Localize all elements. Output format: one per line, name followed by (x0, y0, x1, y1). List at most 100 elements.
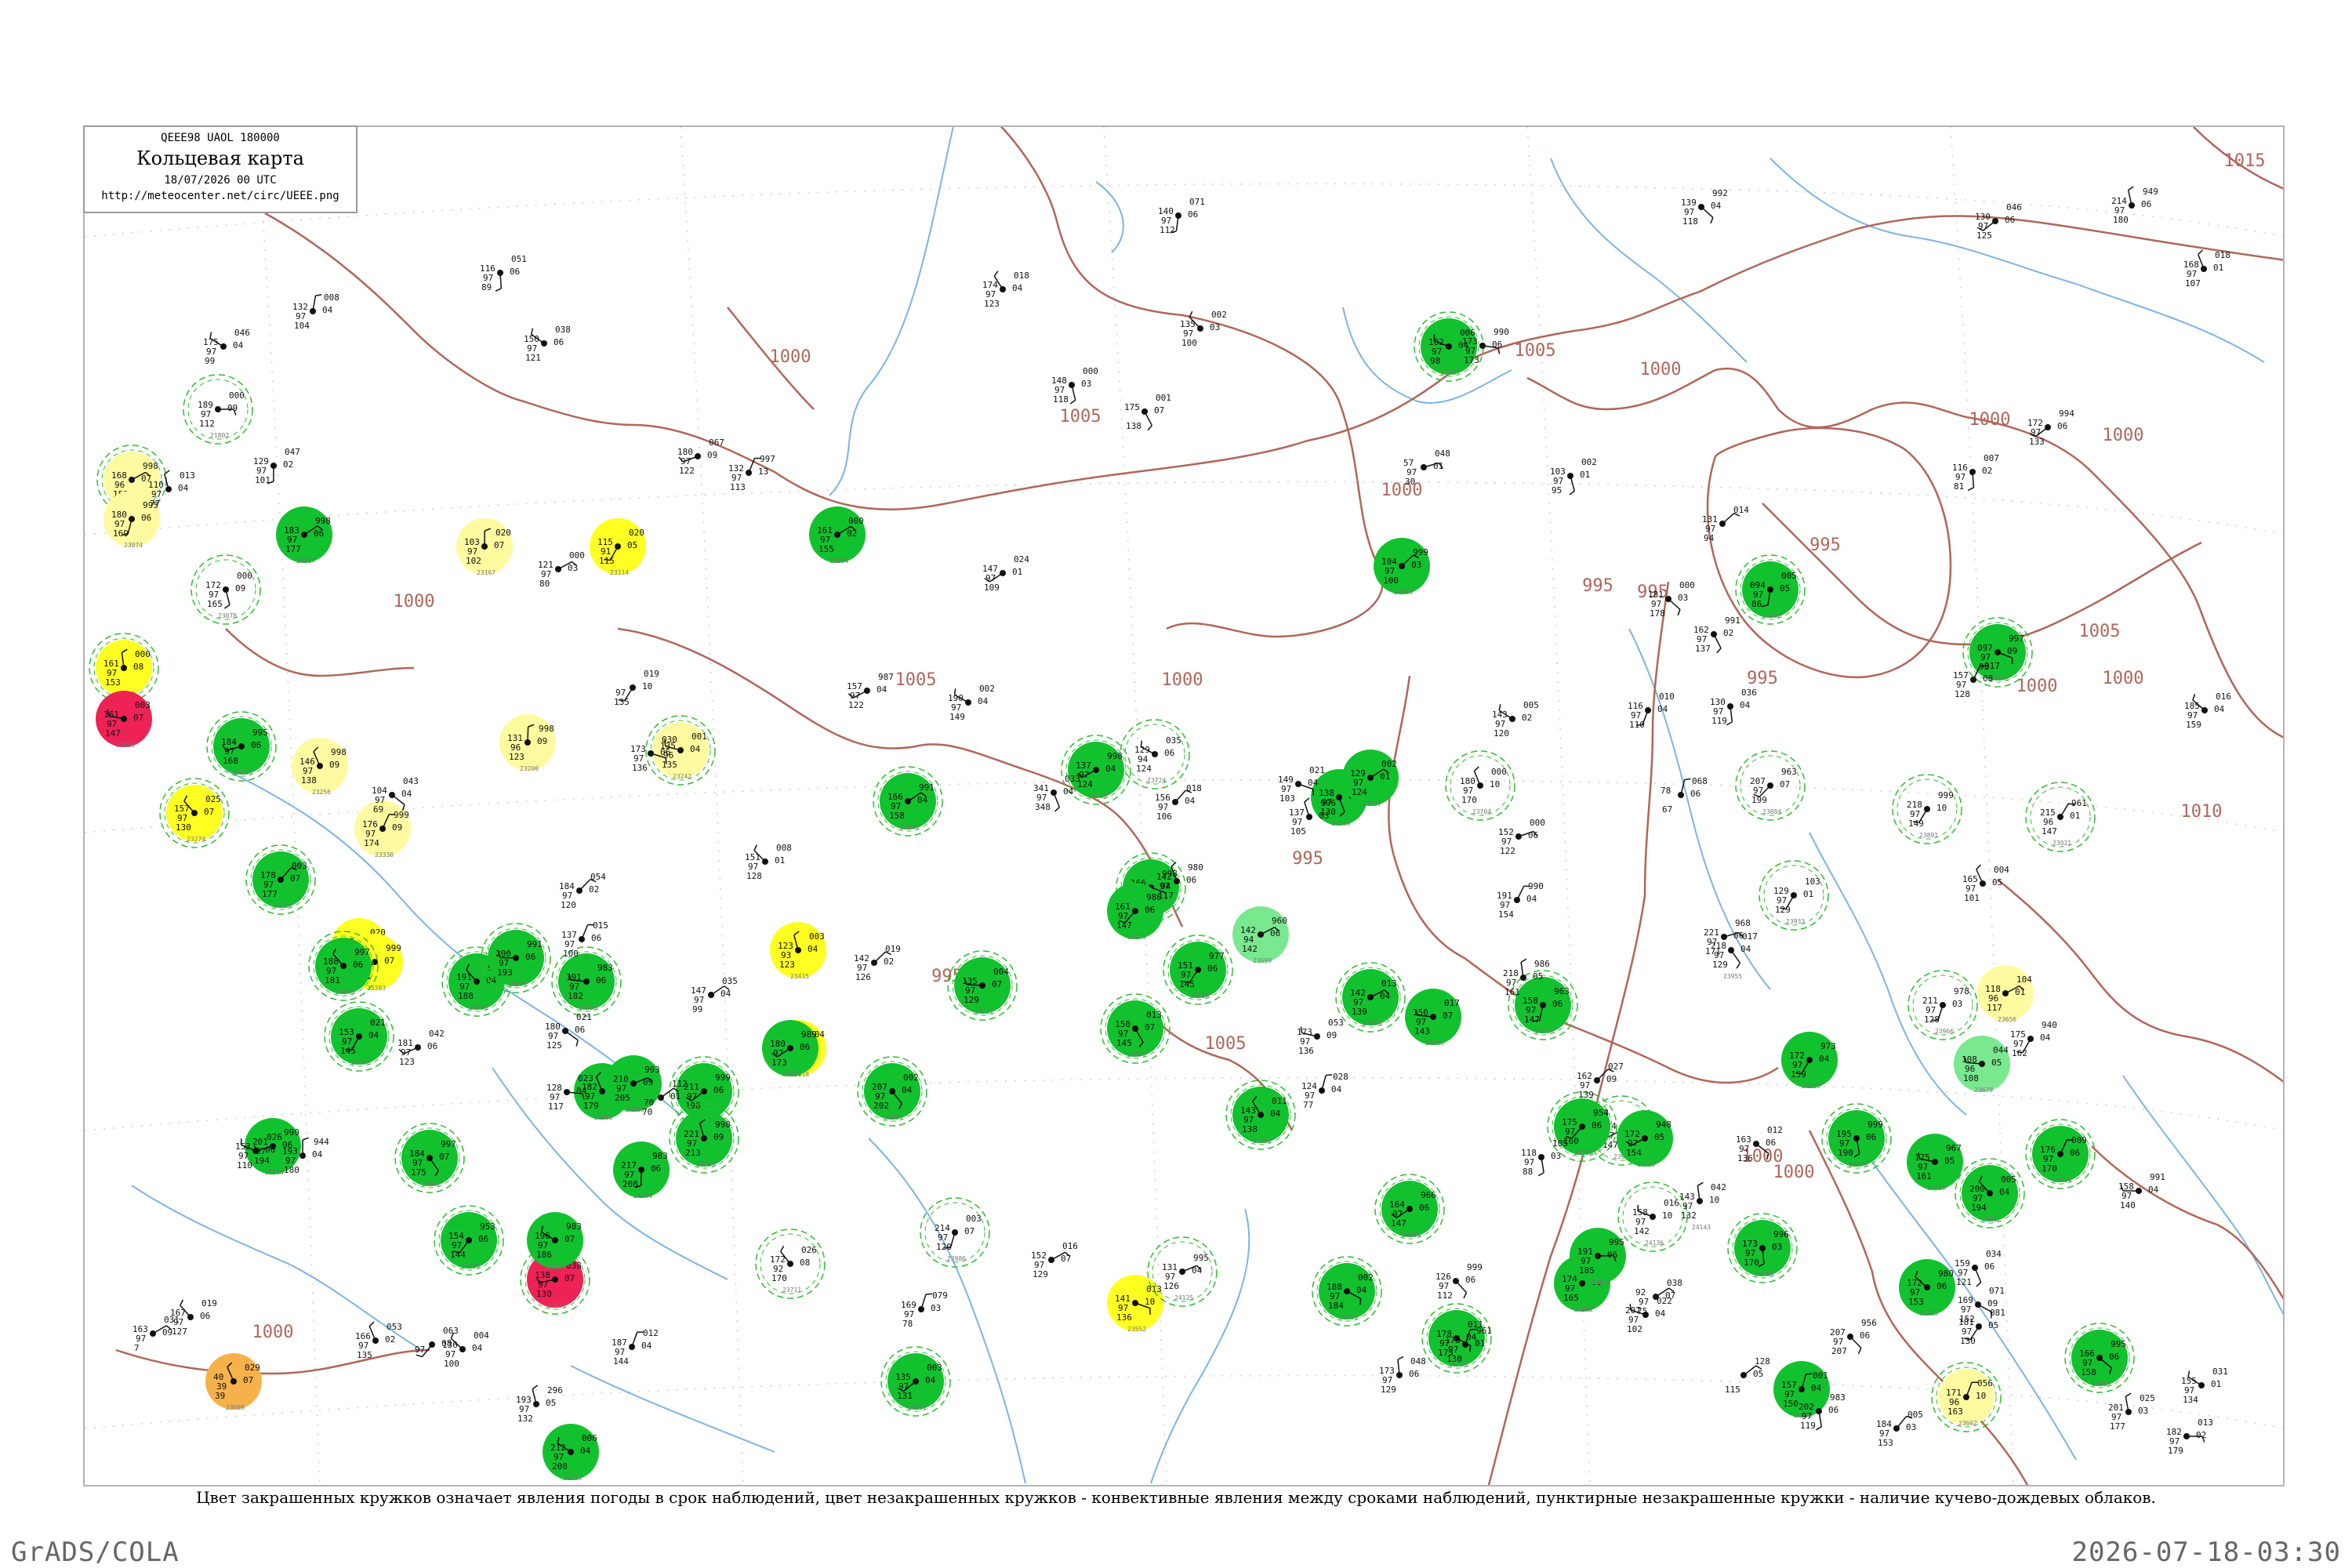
station-marker[interactable]: 0051849703153 (1876, 1410, 1923, 1448)
station-marker[interactable]: 0081519701128 (745, 843, 792, 881)
station-marker[interactable]: 0181749704123 (982, 270, 1029, 309)
station-marker[interactable]: 013142970413924656 (1335, 962, 1406, 1033)
station-marker[interactable]: 042143971013224143 (1679, 1181, 1726, 1231)
station-marker[interactable]: 9901919704154 (1497, 881, 1544, 920)
station-marker[interactable]: 000121970380 (538, 550, 585, 589)
station-marker[interactable]: 026172920817023711 (755, 1229, 826, 1299)
station-marker[interactable]: 103129970112923933 (1759, 860, 1829, 931)
station-marker[interactable]: 0199710135 (614, 669, 659, 707)
station-marker[interactable]: 0001529706122 (1498, 818, 1545, 856)
station-marker[interactable]: 000189970911221802 (183, 374, 253, 445)
station-marker[interactable]: 0333419704348 (1033, 774, 1080, 812)
station-marker[interactable]: 0191679706127 (170, 1298, 217, 1337)
station-marker[interactable]: 0271629709139 (1577, 1062, 1624, 1100)
station-marker[interactable]: 0311559701134 (2181, 1367, 2228, 1405)
station-marker[interactable]: 009176970617025014 (2025, 1119, 2096, 1189)
station-marker[interactable]: 0181569704106 (1155, 783, 1202, 822)
station-marker[interactable]: 980172970615324763 (1899, 1259, 1955, 1317)
station-marker[interactable]: 999195970619025075 (1821, 1103, 1892, 1174)
station-marker[interactable]: 998221970921324933 (669, 1103, 739, 1174)
station-marker[interactable]: 0361309704119 (1710, 688, 1757, 726)
station-marker[interactable]: 998146970913823256 (292, 738, 348, 796)
station-marker[interactable]: 0051439702120 (1492, 700, 1539, 739)
station-marker[interactable]: 0671809709122 (677, 437, 724, 476)
station-marker[interactable]: 0191429702126 (854, 944, 901, 982)
station-marker[interactable]: 0252019703177 (2108, 1392, 2155, 1432)
station-marker[interactable]: 9562079706207 (1830, 1318, 1877, 1356)
station-marker[interactable]: 0341599706121 (1955, 1249, 2002, 1287)
station-marker[interactable]: 0151379706100 (561, 920, 608, 959)
station-marker[interactable]: 960142940614223699 (1232, 906, 1289, 964)
station-marker[interactable]: 000180971017023704 (1445, 750, 1515, 821)
station-marker[interactable]: 035129940612423724 (1120, 719, 1190, 789)
station-marker[interactable]: 0161859704159 (2184, 691, 2231, 730)
map-url[interactable]: http://meteocenter.net/circ/UEEE.png (85, 190, 356, 202)
station-marker[interactable]: 002207970420225097 (857, 1056, 927, 1127)
station-marker[interactable]: 002103970195 (1550, 457, 1597, 495)
station-marker[interactable]: 0294039073923589 (205, 1353, 262, 1411)
station-marker[interactable]: 028124970477 (1301, 1072, 1348, 1110)
station-marker[interactable]: 021153970414524966 (324, 1001, 394, 1072)
station-marker[interactable]: 020103970710223167 (456, 518, 513, 576)
station-marker[interactable]: 9921399704118 (1681, 188, 1728, 227)
station-marker[interactable]: 006212970420825113 (543, 1424, 599, 1482)
station-marker[interactable]: 953154970614424959 (434, 1205, 504, 1276)
station-marker[interactable]: 9401759704162 (2010, 1020, 2057, 1058)
synoptic-map[interactable]: 10001000100010051005100010001005 1000995 9… (85, 127, 2285, 1486)
station-marker[interactable]: 9492149706180 (2111, 186, 2158, 225)
station-marker[interactable]: 000172970916523078 (191, 554, 261, 625)
station-marker[interactable]: 0041369704100 (442, 1330, 489, 1369)
station-marker[interactable]: 013150970714524671 (1100, 993, 1171, 1064)
station-marker[interactable]: 003161970714723095 (96, 691, 152, 749)
station-marker[interactable]: 983217970620824944 (613, 1142, 670, 1200)
station-marker[interactable]: 0081329704104 (292, 292, 339, 331)
station-marker[interactable]: 977151970614524588 (1163, 935, 1233, 1005)
station-marker[interactable]: 997184970717525042 (394, 1123, 465, 1193)
station-marker[interactable]: 0131829702179 (2166, 1417, 2213, 1456)
station-marker[interactable]: 0381509706121 (524, 325, 571, 363)
station-marker[interactable]: 04857970130 (1403, 448, 1450, 487)
station-marker[interactable]: 995166970615824993 (2064, 1323, 2135, 1393)
station-marker[interactable]: 000161970215523804 (809, 506, 866, 564)
station-marker[interactable]: 051116970689 (480, 254, 527, 292)
station-marker[interactable]: 0461309706125 (1975, 202, 2022, 241)
station-marker[interactable]: 963207970719923884 (1735, 750, 1806, 821)
station-marker[interactable]: 003214970712023986 (920, 1197, 990, 1268)
station-marker[interactable]: 003123930412323415 (770, 922, 826, 980)
station-marker[interactable]: 001135960413523242 (645, 715, 716, 786)
station-marker[interactable]: 0541849702120 (559, 872, 606, 910)
station-marker[interactable]: 003178970717724836 (245, 844, 316, 915)
station-marker[interactable]: 9991269706112 (1436, 1262, 1483, 1301)
station-marker[interactable]: 0021909704149 (948, 684, 995, 722)
station-marker[interactable]: 007116970281 (1952, 453, 1999, 492)
station-marker[interactable]: 004135970712924511 (947, 950, 1018, 1021)
station-marker[interactable]: 0481739706129 (1379, 1356, 1426, 1395)
station-marker[interactable]: 0041659705101 (1962, 864, 2009, 903)
station-marker[interactable]: 035147970499 (691, 976, 738, 1014)
station-marker[interactable]: 0241479701109 (982, 554, 1029, 593)
station-marker[interactable]: 079169970378 (901, 1290, 948, 1329)
station-marker[interactable]: 046175970499 (203, 328, 250, 366)
station-marker[interactable]: 978211970312823966 (1907, 970, 1978, 1040)
station-marker[interactable]: 0121879704144 (612, 1328, 659, 1367)
station-marker[interactable]: 0001489703118 (1051, 366, 1098, 405)
station-marker[interactable]: 967175970516124738 (1907, 1134, 1963, 1192)
station-marker[interactable]: 986161970614724575 (1107, 883, 1163, 941)
station-marker[interactable]: 0711409706112 (1158, 197, 1205, 235)
station-marker[interactable]: 998183970617724817 (276, 506, 332, 564)
station-marker[interactable]: 00509497058624382 (1735, 554, 1806, 625)
station-marker[interactable]: 017150970714324665 (1405, 989, 1461, 1047)
station-marker[interactable]: 025157970713023274 (159, 778, 230, 848)
station-marker[interactable]: 020115910511523114 (590, 518, 646, 576)
station-marker[interactable]: 044108960510823679 (1954, 1036, 2010, 1094)
station-marker[interactable]: 9911589704140 (2118, 1172, 2165, 1210)
station-marker[interactable]: 966164970614724684 (1374, 1174, 1445, 1244)
station-marker[interactable]: 056171961016323662 (1931, 1362, 2002, 1432)
station-marker[interactable]: 001 175 07 138 (1124, 393, 1171, 431)
station-marker[interactable]: 961215960114723921 (2025, 782, 2096, 852)
station-marker[interactable]: 991166970415823849 (873, 766, 943, 837)
station-marker[interactable]: 0161529707129 (1031, 1241, 1078, 1279)
station-marker[interactable]: 002188970418425051 (1312, 1256, 1382, 1327)
station-marker[interactable]: 0141319794 (1702, 505, 1749, 543)
station-marker[interactable]: 995184970616824826 (206, 711, 277, 782)
